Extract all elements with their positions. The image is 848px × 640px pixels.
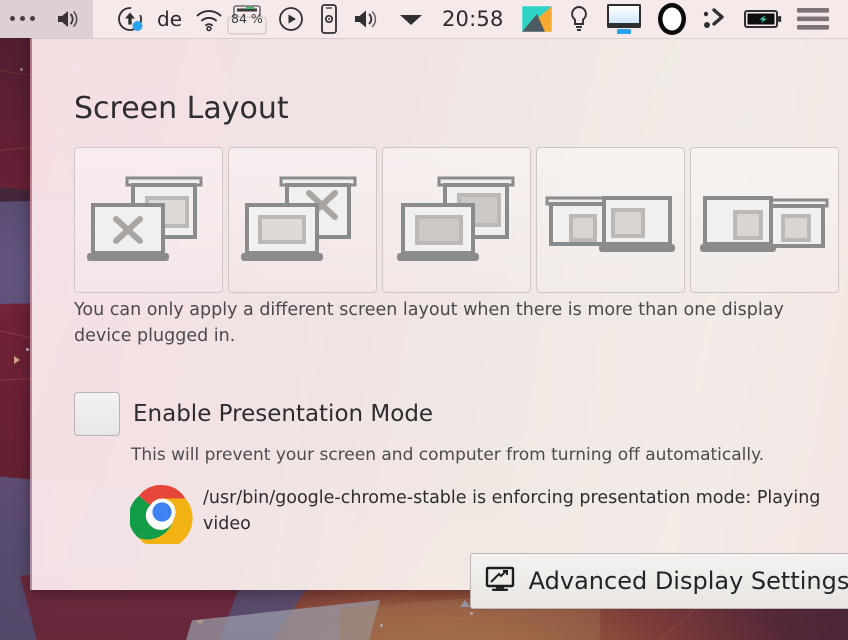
keyboard-layout-indicator[interactable]: de — [157, 0, 182, 38]
updates-icon[interactable] — [115, 0, 147, 38]
layout-option-external-only[interactable] — [74, 147, 223, 293]
layout-option-clone[interactable] — [382, 147, 531, 293]
screen-layout-options — [74, 147, 839, 293]
display-icon[interactable] — [604, 0, 644, 38]
layout-option-laptop-only[interactable] — [228, 147, 377, 293]
recording-icon[interactable] — [654, 0, 690, 38]
volume-icon[interactable] — [55, 0, 81, 38]
battery-percent-label: 84 % — [231, 11, 263, 26]
chevron-down-icon[interactable] — [398, 0, 424, 38]
audio-volume-icon[interactable] — [352, 0, 382, 38]
tray-overflow-zone[interactable] — [0, 0, 93, 38]
layout-external-only-icon — [79, 160, 219, 280]
page-title: Screen Layout — [74, 94, 289, 124]
advanced-display-settings-button[interactable]: Advanced Display Settings — [470, 553, 848, 609]
system-tray-panel: de 84 % — [0, 0, 848, 38]
presentation-mode-row[interactable]: Enable Presentation Mode — [74, 392, 433, 436]
layout-option-extend-left[interactable] — [536, 147, 685, 293]
battery-percent-indicator[interactable]: 84 % — [224, 0, 270, 38]
menu-hamburger-icon[interactable] — [796, 0, 830, 38]
layout-note-text: You can only apply a different screen la… — [74, 297, 814, 349]
phone-icon[interactable] — [318, 0, 340, 38]
media-player-icon[interactable] — [276, 0, 306, 38]
chrome-icon — [130, 480, 194, 544]
klipper-icon[interactable] — [520, 0, 554, 38]
inhibitor-row: /usr/bin/google-chrome-stable is enforci… — [131, 482, 848, 544]
advanced-display-settings-label: Advanced Display Settings — [529, 567, 848, 595]
layout-clone-icon — [387, 160, 527, 280]
inhibitor-text: /usr/bin/google-chrome-stable is enforci… — [203, 482, 848, 537]
overflow-dots-icon[interactable] — [10, 0, 35, 38]
presentation-mode-checkbox[interactable] — [74, 392, 120, 436]
screen-layout-popup: Screen Layout — [30, 34, 848, 590]
presentation-mode-label: Enable Presentation Mode — [133, 392, 433, 436]
layout-extend-left-icon — [541, 160, 681, 280]
battery-icon[interactable] — [744, 0, 782, 38]
monitor-icon — [485, 566, 515, 596]
layout-laptop-only-icon — [233, 160, 373, 280]
wifi-icon[interactable] — [194, 0, 224, 38]
brightness-icon[interactable] — [568, 0, 590, 38]
layout-option-extend-right[interactable] — [690, 147, 839, 293]
presentation-mode-description: This will prevent your screen and comput… — [131, 444, 764, 466]
layout-extend-right-icon — [695, 160, 835, 280]
clock-indicator[interactable]: 20:58 — [438, 0, 508, 38]
kde-connect-icon[interactable] — [700, 0, 730, 38]
